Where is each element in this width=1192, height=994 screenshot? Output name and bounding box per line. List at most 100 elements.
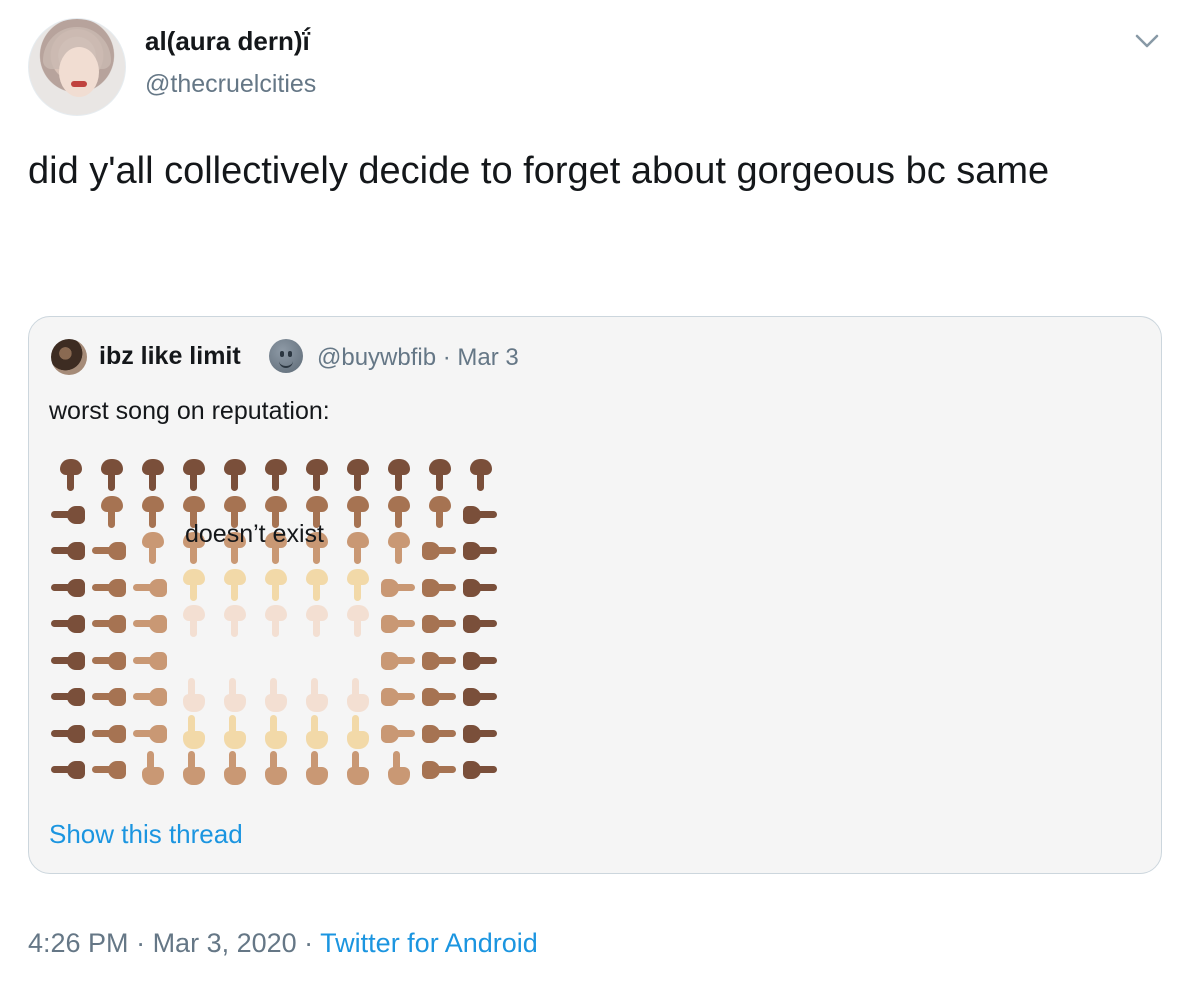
hand-finger <box>231 580 238 601</box>
pointing-right-hand-icon <box>420 648 456 670</box>
hand-finger <box>395 693 415 700</box>
hand-finger <box>272 617 279 637</box>
hand-finger <box>133 583 153 591</box>
pointing-right-hand-icon <box>461 502 497 524</box>
pointing-right-hand-icon <box>379 721 415 743</box>
quoted-separator: · <box>436 344 458 371</box>
hand-finger <box>436 583 456 591</box>
pointing-down-hand-icon <box>180 605 206 639</box>
hand-finger <box>477 729 497 737</box>
pointing-right-hand-icon <box>420 684 456 706</box>
pointing-up-hand-icon <box>180 714 206 749</box>
pointing-left-hand-icon <box>133 721 169 743</box>
pointing-left-hand-icon <box>92 575 128 597</box>
hand-finger <box>149 544 156 564</box>
hand-finger <box>51 510 71 518</box>
hand-finger <box>229 751 236 771</box>
pointing-up-hand-icon <box>180 678 206 712</box>
hand-finger <box>477 656 497 664</box>
pointing-down-hand-icon <box>426 459 452 493</box>
quoted-author-avatar <box>51 339 87 375</box>
pointing-right-hand-icon <box>379 575 415 597</box>
pointing-down-hand-icon <box>262 459 288 493</box>
chevron-down-icon[interactable] <box>1134 32 1160 50</box>
pointing-right-hand-icon <box>420 611 456 633</box>
pointing-up-hand-icon <box>303 751 329 785</box>
hand-finger <box>272 471 279 491</box>
hand-finger <box>395 620 415 627</box>
pointing-up-hand-icon <box>221 678 247 712</box>
pointing-up-hand-icon <box>344 678 370 712</box>
emoji-eye-left <box>280 351 284 357</box>
quoted-handle-date: @buywbfib · Mar 3 <box>317 344 519 372</box>
tweet-time[interactable]: 4:26 PM <box>28 928 129 958</box>
tweet-text: did y'all collectively decide to forget … <box>28 150 1050 192</box>
author-display-name[interactable]: al(aura dern)ḯ <box>145 26 310 57</box>
pointing-down-hand-icon <box>385 532 411 566</box>
hand-finger <box>354 580 361 601</box>
pointing-up-hand-icon <box>262 751 288 785</box>
hand-finger <box>436 547 456 554</box>
pointing-left-hand-icon <box>92 648 128 670</box>
pointing-up-hand-icon <box>303 714 329 749</box>
hand-finger <box>311 751 318 771</box>
pointing-up-hand-icon <box>344 751 370 785</box>
hand-finger <box>188 678 195 698</box>
hand-finger <box>436 693 456 700</box>
pointing-left-hand-icon <box>92 721 128 743</box>
pointing-right-hand-icon <box>461 684 497 706</box>
pointing-down-hand-icon <box>344 605 370 639</box>
hand-finger <box>395 729 415 737</box>
pointing-left-hand-icon <box>133 575 169 597</box>
hand-finger <box>393 751 400 771</box>
avatar-lips <box>71 81 87 87</box>
pointing-down-hand-icon <box>344 532 370 566</box>
pointing-left-hand-icon <box>51 648 87 670</box>
neutral-face-emoji-icon <box>269 339 303 373</box>
pointing-right-hand-icon <box>420 757 456 779</box>
pointing-down-hand-icon <box>221 459 247 493</box>
hand-finger <box>270 678 277 698</box>
quoted-tweet-card[interactable]: ibz like limit @buywbfib · Mar 3 worst s… <box>28 316 1162 874</box>
pointing-right-hand-icon <box>461 611 497 633</box>
hand-finger <box>231 617 238 637</box>
show-thread-link[interactable]: Show this thread <box>49 819 243 850</box>
hand-finger <box>354 617 361 637</box>
pointing-up-hand-icon <box>221 751 247 785</box>
tweet-date[interactable]: Mar 3, 2020 <box>153 928 297 958</box>
pointing-down-hand-icon <box>303 568 329 603</box>
pointing-up-hand-icon <box>139 751 165 785</box>
hand-finger <box>313 580 320 601</box>
pointing-down-hand-icon <box>467 459 493 493</box>
pointing-left-hand-icon <box>51 611 87 633</box>
hand-finger <box>477 766 497 773</box>
meta-separator: · <box>128 928 153 958</box>
hand-finger <box>92 729 112 737</box>
hand-finger <box>352 678 359 698</box>
emoji-mouth <box>279 359 293 368</box>
hand-finger <box>108 507 115 528</box>
pointing-down-hand-icon <box>344 568 370 603</box>
hand-finger <box>51 693 71 700</box>
hand-finger <box>231 471 238 491</box>
pointing-down-hand-icon <box>385 495 411 530</box>
author-avatar[interactable] <box>28 18 126 116</box>
hand-finger <box>311 678 318 698</box>
pointing-up-hand-icon <box>180 751 206 785</box>
hand-finger <box>190 580 197 601</box>
hand-finger <box>477 547 497 554</box>
hand-finger <box>313 617 320 637</box>
pointing-down-hand-icon <box>221 605 247 639</box>
hand-finger <box>352 714 359 735</box>
pointing-up-hand-icon <box>221 714 247 749</box>
hand-finger <box>354 471 361 491</box>
pointing-right-hand-icon <box>420 721 456 743</box>
pointing-left-hand-icon <box>92 611 128 633</box>
hand-finger <box>108 471 115 491</box>
hand-finger <box>477 583 497 591</box>
pointing-up-hand-icon <box>385 751 411 785</box>
author-handle[interactable]: @thecruelcities <box>145 70 316 99</box>
hand-finger <box>147 751 154 771</box>
tweet-source[interactable]: Twitter for Android <box>320 928 538 958</box>
pointing-left-hand-icon <box>51 684 87 706</box>
